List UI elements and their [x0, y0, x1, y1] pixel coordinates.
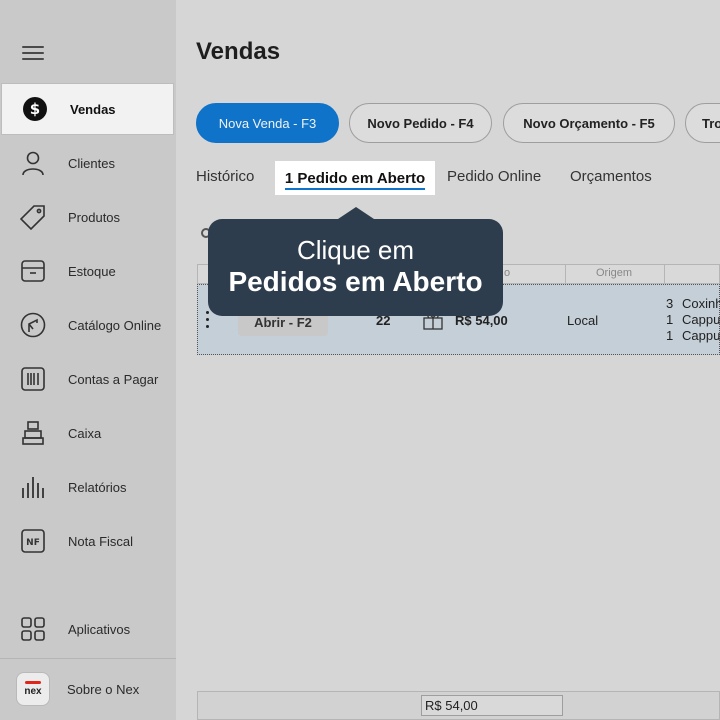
apps-grid-icon — [20, 616, 46, 642]
sidebar-item-label: Sobre o Nex — [67, 681, 140, 697]
tab-pedido-em-aberto[interactable]: 1 Pedido em Aberto — [275, 161, 435, 195]
onboarding-tooltip: Clique em Pedidos em Aberto — [208, 207, 503, 316]
sidebar-item-clientes[interactable]: Clientes — [0, 137, 176, 189]
sidebar: $ Vendas Clientes Produtos Estoque Catál… — [0, 0, 176, 720]
sidebar-item-relatorios[interactable]: Relatórios — [0, 461, 176, 513]
sidebar-item-label: Caixa — [68, 425, 102, 441]
sidebar-item-label: Vendas — [70, 101, 116, 117]
box-icon — [20, 258, 46, 284]
column-divider — [565, 265, 566, 283]
chart-bars-icon — [20, 474, 46, 500]
sidebar-item-caixa[interactable]: Caixa — [0, 407, 176, 459]
sidebar-item-label: Produtos — [68, 209, 121, 225]
list-item: 1 Cappu — [666, 328, 720, 343]
trade-button[interactable]: Tro — [685, 103, 720, 143]
catalog-icon — [20, 312, 46, 338]
totals-bar: R$ 54,00 — [197, 691, 720, 720]
order-items-list: 3 Coxinh 1 Cappu 1 Cappu — [666, 296, 720, 344]
sidebar-item-sobre[interactable]: nex Sobre o Nex — [0, 663, 176, 715]
sidebar-item-label: Aplicativos — [68, 621, 131, 637]
sidebar-divider — [0, 658, 176, 659]
tooltip-line-1: Clique em — [296, 235, 415, 265]
order-origin: Local — [567, 313, 599, 328]
column-header-partial: o — [504, 267, 511, 279]
sidebar-item-nota-fiscal[interactable]: NF Nota Fiscal — [0, 515, 176, 567]
new-order-button[interactable]: Novo Pedido - F4 — [349, 103, 492, 143]
menu-icon[interactable] — [22, 46, 44, 62]
column-header-origem[interactable]: Origem — [596, 267, 632, 279]
barcode-icon — [20, 366, 46, 392]
new-sale-button[interactable]: Nova Venda - F3 — [196, 103, 339, 143]
sidebar-item-label: Nota Fiscal — [68, 533, 134, 549]
tooltip-line-2: Pedidos em Aberto — [228, 266, 483, 297]
column-divider — [664, 265, 665, 283]
svg-text:NF: NF — [26, 538, 40, 548]
dollar-icon: $ — [22, 96, 48, 122]
sidebar-item-contas-a-pagar[interactable]: Contas a Pagar — [0, 353, 176, 405]
user-icon — [20, 150, 46, 176]
sidebar-item-label: Catálogo Online — [68, 317, 162, 333]
tab-orcamentos[interactable]: Orçamentos — [570, 168, 652, 185]
svg-text:$: $ — [30, 100, 40, 118]
sidebar-item-label: Relatórios — [68, 479, 127, 495]
sidebar-item-label: Contas a Pagar — [68, 371, 159, 387]
tab-underline — [285, 188, 425, 190]
sidebar-item-label: Estoque — [68, 263, 116, 279]
sidebar-item-vendas[interactable]: $ Vendas — [1, 83, 174, 135]
list-item: 1 Cappu — [666, 312, 720, 327]
page-title: Vendas — [196, 38, 281, 65]
sidebar-item-estoque[interactable]: Estoque — [0, 245, 176, 297]
nf-icon: NF — [20, 528, 46, 554]
new-quote-button[interactable]: Novo Orçamento - F5 — [503, 103, 675, 143]
footer-total-value: R$ 54,00 — [421, 695, 563, 716]
sidebar-item-label: Clientes — [68, 155, 115, 171]
sidebar-item-produtos[interactable]: Produtos — [0, 191, 176, 243]
tab-pedido-online[interactable]: Pedido Online — [447, 168, 541, 185]
tab-label: 1 Pedido em Aberto — [284, 169, 426, 187]
nex-logo-icon: nex — [16, 672, 50, 706]
more-options-icon[interactable] — [206, 311, 210, 332]
cash-register-icon — [20, 420, 46, 446]
list-item: 3 Coxinh — [666, 296, 720, 311]
tab-historico[interactable]: Histórico — [196, 168, 254, 185]
tag-icon — [20, 204, 46, 230]
sidebar-item-aplicativos[interactable]: Aplicativos — [0, 603, 176, 655]
sidebar-item-catalogo[interactable]: Catálogo Online — [0, 299, 176, 351]
